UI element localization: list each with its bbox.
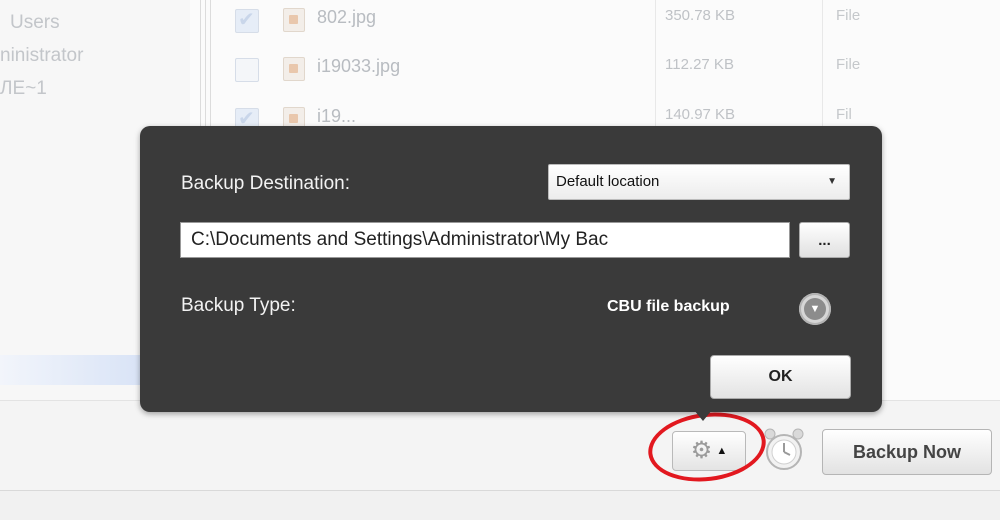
dropdown-arrow-icon: ▼	[827, 176, 837, 187]
file-name: i19033.jpg	[317, 56, 401, 76]
file-type: Fil	[836, 106, 852, 123]
popup-pointer	[694, 410, 712, 421]
schedule-button[interactable]	[760, 426, 808, 474]
backup-options-popup: Backup Destination: Default location ▼ .…	[140, 126, 882, 412]
gear-icon: ⚙	[690, 437, 713, 464]
file-size: 112.27 KB	[665, 56, 734, 73]
backup-type-label: Backup Type:	[181, 295, 296, 316]
file-size: 350.78 KB	[665, 7, 736, 24]
file-name: i19...	[317, 106, 357, 126]
backup-type-value: CBU file backup	[607, 298, 730, 315]
pane-splitter[interactable]	[197, 0, 211, 130]
image-file-icon	[283, 57, 305, 81]
tree-item-users[interactable]: Users	[10, 12, 60, 34]
browse-button[interactable]: ...	[799, 222, 850, 258]
alarm-clock-icon	[764, 428, 804, 470]
backup-now-button[interactable]: Backup Now	[822, 429, 992, 475]
tree-item-profile[interactable]: ЛЕ~1	[0, 78, 47, 100]
backup-type-toggle[interactable]: ▼	[799, 293, 831, 325]
backup-settings-button[interactable]: ⚙ ▲	[672, 431, 746, 471]
file-checkbox[interactable]	[235, 58, 259, 82]
file-size: 140.97 KB	[665, 106, 736, 123]
image-file-icon	[283, 8, 305, 32]
file-name: 802.jpg	[317, 7, 377, 27]
ok-button[interactable]: OK	[710, 355, 851, 399]
backup-path-input[interactable]	[180, 222, 790, 258]
file-checkbox[interactable]	[235, 7, 259, 33]
backup-destination-value: Default location	[556, 173, 660, 190]
file-row[interactable]: 802.jpg 350.78 KB File	[235, 5, 1000, 35]
caret-up-icon: ▲	[716, 445, 728, 457]
tree-item-administrator[interactable]: ninistrator	[0, 45, 83, 67]
chevron-down-icon: ▼	[804, 298, 826, 320]
backup-destination-label: Backup Destination:	[181, 173, 350, 194]
file-type: File	[836, 7, 861, 24]
file-type: File	[836, 56, 861, 73]
status-bar	[0, 490, 1000, 520]
backup-destination-dropdown[interactable]: Default location ▼	[548, 164, 850, 200]
file-row[interactable]: i19033.jpg 112.27 KB File	[235, 54, 1000, 84]
